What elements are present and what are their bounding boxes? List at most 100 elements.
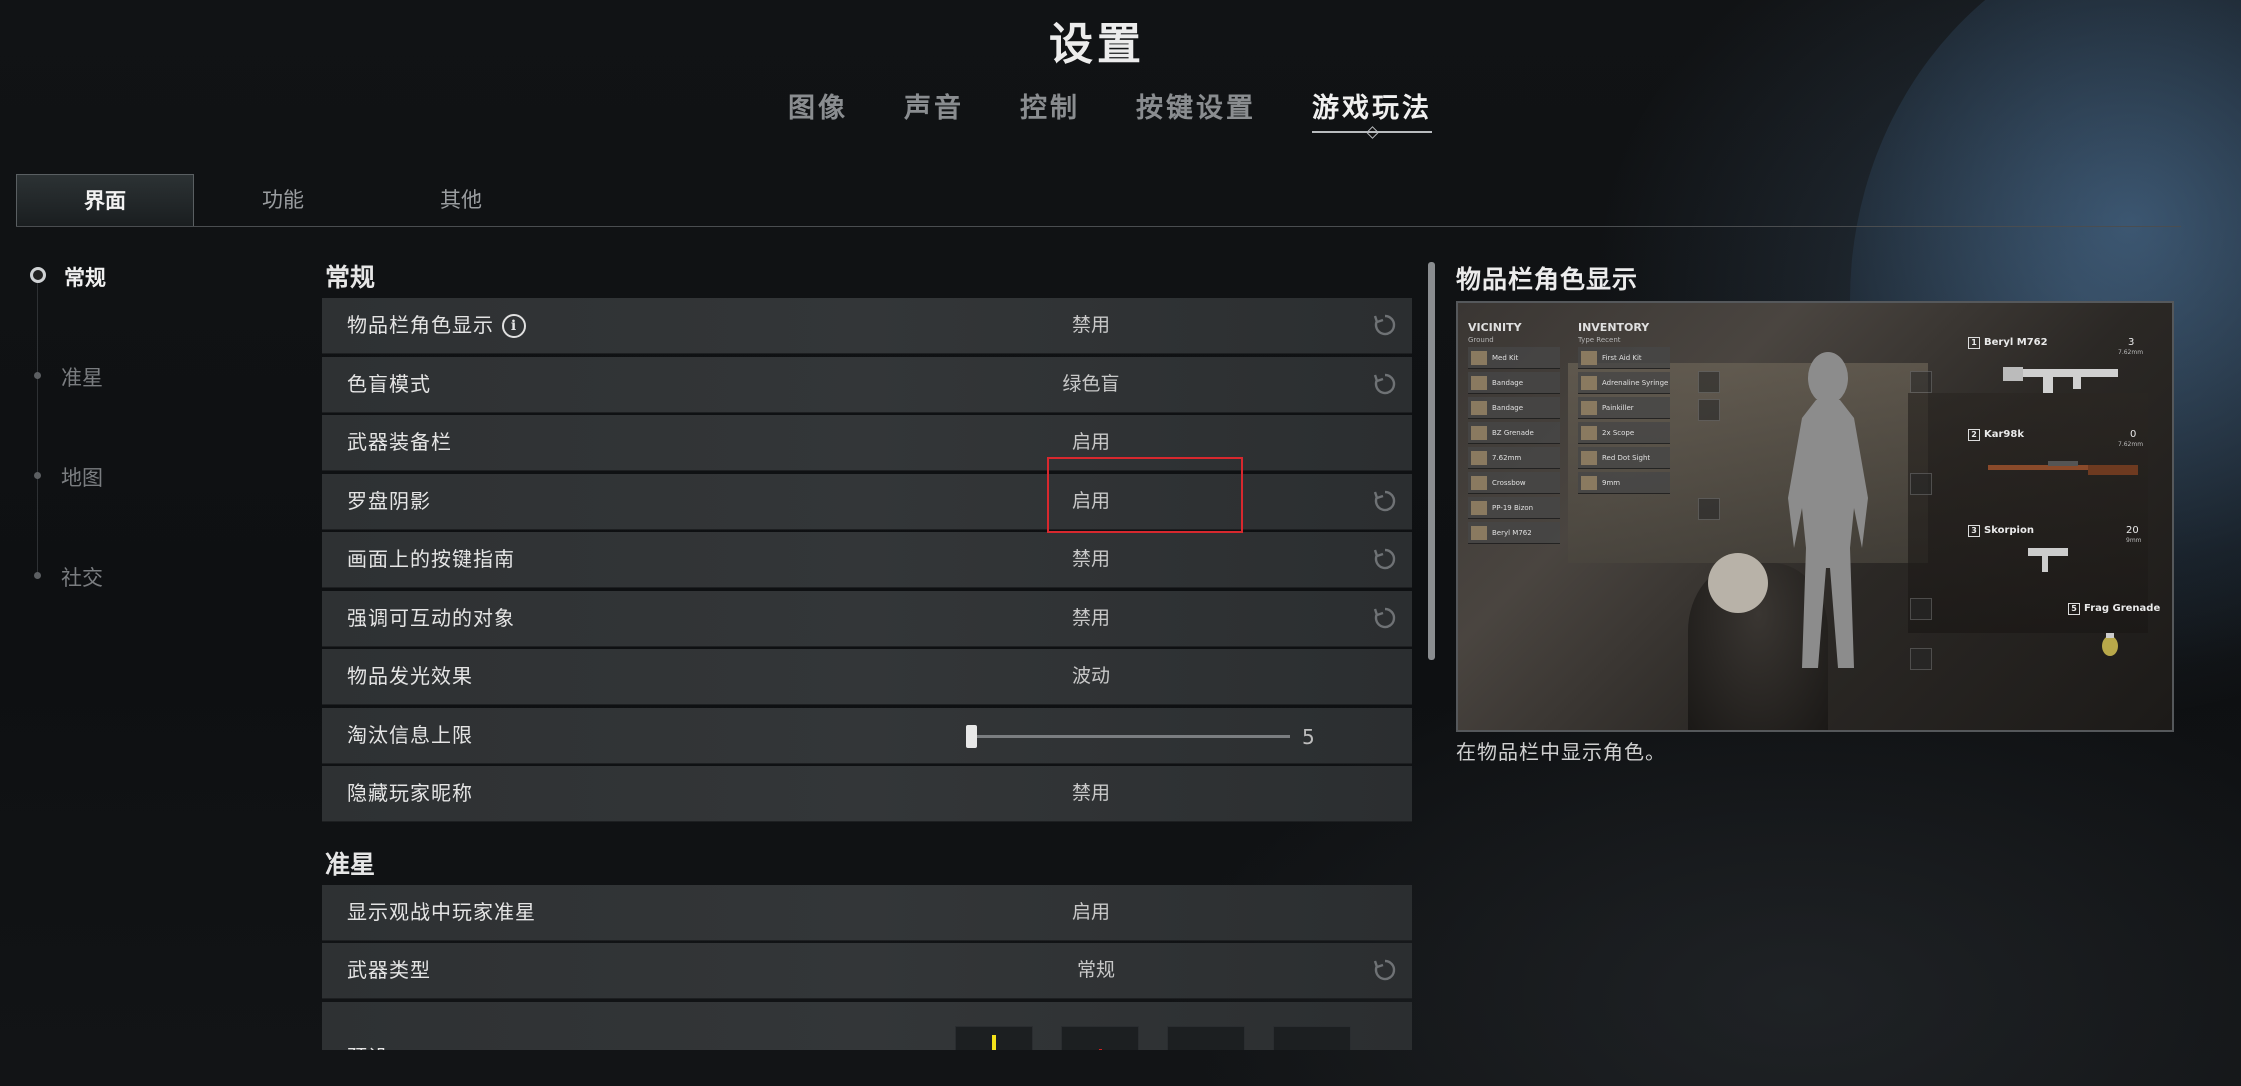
side-nav-item-map[interactable]: 地图: [30, 462, 230, 562]
setting-value[interactable]: 禁用: [982, 766, 1200, 821]
setting-row-hide-nicknames: 隐藏玩家昵称 禁用: [322, 766, 1412, 822]
vicinity-item: PP-19 Bizon: [1468, 497, 1560, 519]
side-nav-label: 地图: [61, 466, 103, 490]
vicinity-item: Med Kit: [1468, 347, 1560, 369]
nav-dot-icon: [34, 372, 41, 379]
weapon-slot-2: 2 Kar98k: [1968, 429, 2024, 441]
setting-label: 显示观战中玩家准星: [347, 899, 536, 924]
reset-icon[interactable]: [1373, 372, 1397, 396]
tab-sound[interactable]: 声音: [876, 86, 992, 135]
settings-list: 常规 物品栏角色显示 i 禁用 色盲模式 绿色盲 武器装备栏 启用 罗盘阴影 启…: [322, 258, 1412, 1050]
side-nav-item-general[interactable]: 常规: [30, 262, 230, 362]
nav-dot-icon: [34, 572, 41, 579]
setting-row-preset: 预设: [322, 1001, 1412, 1051]
side-nav-label: 社交: [61, 566, 103, 590]
vicinity-item: Beryl M762: [1468, 522, 1560, 544]
vicinity-item: BZ Grenade: [1468, 422, 1560, 444]
setting-row-highlight-interactables: 强调可互动的对象 禁用: [322, 590, 1412, 647]
pants-slot: [1910, 598, 1932, 620]
grenade-icon: [2102, 633, 2118, 656]
reset-icon[interactable]: [1373, 958, 1397, 982]
crosshair-magenta-icon: [1274, 1027, 1350, 1051]
setting-label: 隐藏玩家昵称: [347, 781, 473, 805]
setting-value[interactable]: 禁用: [982, 532, 1200, 587]
tab-control[interactable]: 控制: [992, 86, 1108, 135]
nav-dot-icon: [34, 472, 41, 479]
inventory-label: INVENTORY: [1578, 321, 1650, 334]
crosshair-red-icon: [1099, 1048, 1102, 1050]
inventory-item: Painkiller: [1578, 397, 1670, 419]
inventory-item: First Aid Kit: [1578, 347, 1670, 369]
vicinity-item: 7.62mm: [1468, 447, 1560, 469]
setting-label: 强调可互动的对象: [347, 605, 515, 630]
subtab-interface[interactable]: 界面: [16, 174, 194, 226]
vicinity-label: VICINITY: [1468, 321, 1522, 334]
subtab-other[interactable]: 其他: [372, 174, 550, 226]
helmet-slot: [1698, 371, 1720, 393]
hat-slot: [1910, 371, 1932, 393]
inventory-item: 2x Scope: [1578, 422, 1670, 444]
subtab-features[interactable]: 功能: [194, 174, 372, 226]
setting-label: 物品发光效果: [347, 664, 473, 688]
setting-value[interactable]: 禁用: [982, 298, 1200, 353]
crosshair-preset-yellow[interactable]: [955, 1025, 1033, 1050]
section-title-crosshair: 准星: [325, 849, 376, 879]
vicinity-item: Bandage: [1468, 397, 1560, 419]
crosshair-preset-cyan[interactable]: [1167, 1025, 1245, 1051]
kill-feed-slider-track[interactable]: [972, 734, 1290, 738]
setting-label: 淘汰信息上限: [347, 722, 473, 747]
setting-row-weapon-type: 武器类型 常规: [322, 943, 1412, 999]
setting-value[interactable]: 启用: [982, 885, 1200, 940]
info-icon[interactable]: i: [502, 313, 526, 338]
preview-title: 物品栏角色显示: [1456, 265, 1639, 294]
side-nav: 常规 准星 地图 社交: [30, 262, 230, 662]
character-silhouette-icon: [1788, 352, 1868, 668]
crosshair-cyan-icon: [1168, 1027, 1244, 1051]
tab-graphics[interactable]: 图像: [760, 86, 876, 135]
crosshair-preset-red[interactable]: [1061, 1025, 1139, 1050]
weapon-slot-5: 5 Frag Grenade: [2068, 603, 2160, 615]
side-nav-label: 准星: [61, 366, 103, 390]
inventory-preview-image: VICINITY Ground Med Kit Bandage Bandage …: [1456, 301, 2174, 732]
shoes-slot: [1910, 648, 1932, 670]
setting-row-kill-feed-limit: 淘汰信息上限 5: [322, 707, 1412, 764]
side-nav-item-crosshair[interactable]: 准星: [30, 362, 230, 462]
weapon-ammo-1: 3: [2128, 337, 2135, 348]
reset-icon[interactable]: [1373, 606, 1397, 630]
setting-label: 色盲模式: [347, 371, 431, 396]
tab-keybindings[interactable]: 按键设置: [1108, 86, 1284, 135]
inventory-sub: Type Recent: [1578, 336, 1621, 344]
setting-value[interactable]: 绿色盲: [982, 357, 1200, 412]
setting-label: 预设: [347, 1030, 389, 1051]
setting-label: 物品栏角色显示: [347, 313, 494, 337]
setting-row-colorblind: 色盲模式 绿色盲: [322, 356, 1412, 413]
reset-icon[interactable]: [1373, 547, 1397, 571]
settings-scrollbar[interactable]: [1428, 262, 1435, 660]
sub-tabs: 界面 功能 其他: [16, 174, 2181, 227]
weapon-slot-3: 3 Skorpion: [1968, 525, 2034, 537]
crosshair-preset-magenta[interactable]: [1273, 1025, 1351, 1051]
kill-feed-slider-thumb[interactable]: [966, 724, 977, 748]
inventory-item: Red Dot Sight: [1578, 447, 1670, 469]
top-tabs: 图像 声音 控制 按键设置 游戏玩法: [760, 86, 1460, 135]
reset-icon[interactable]: [1373, 313, 1397, 337]
setting-value[interactable]: 波动: [982, 649, 1200, 704]
weapon-ammo-3: 20: [2126, 525, 2139, 536]
setting-label: 画面上的按键指南: [347, 547, 515, 571]
backpack-slot: [1698, 498, 1720, 520]
jacket-slot: [1910, 473, 1932, 495]
setting-row-compass-shadow: 罗盘阴影 启用: [322, 473, 1412, 530]
setting-value[interactable]: 常规: [987, 943, 1205, 998]
setting-value[interactable]: 禁用: [982, 591, 1200, 646]
weapon-ammo-2: 0: [2130, 429, 2137, 440]
vicinity-item: Bandage: [1468, 372, 1560, 394]
setting-row-weapon-slots: 武器装备栏 启用: [322, 415, 1412, 471]
nav-dot-icon: [30, 267, 46, 283]
tab-gameplay[interactable]: 游戏玩法: [1284, 86, 1460, 135]
slider-value: 5: [1302, 724, 1315, 749]
reset-icon[interactable]: [1373, 489, 1397, 513]
side-nav-item-social[interactable]: 社交: [30, 562, 230, 662]
setting-row-item-glow: 物品发光效果 波动: [322, 649, 1412, 705]
highlight-box: [1047, 457, 1243, 533]
setting-row-key-guide: 画面上的按键指南 禁用: [322, 532, 1412, 588]
